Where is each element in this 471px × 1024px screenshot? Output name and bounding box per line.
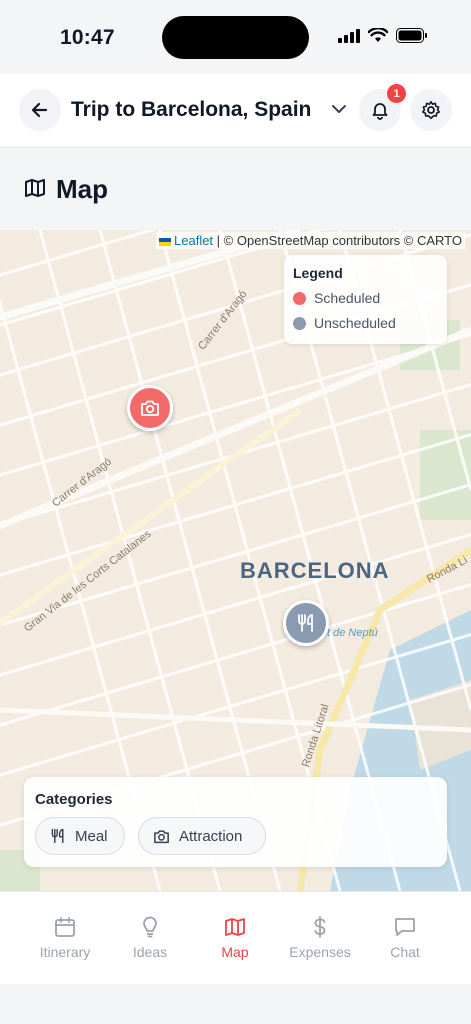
scheduled-dot xyxy=(293,291,306,305)
leaflet-link[interactable]: Leaflet xyxy=(174,233,213,248)
nav-label: Map xyxy=(221,944,249,960)
nav-map[interactable]: Map xyxy=(195,916,275,960)
dynamic-island xyxy=(162,16,309,59)
category-chip-meal[interactable]: Meal xyxy=(35,817,125,855)
lightbulb-icon xyxy=(143,916,157,938)
bell-icon xyxy=(372,103,388,120)
battery-icon xyxy=(396,28,427,43)
map-attribution: Leaflet | © OpenStreetMap contributors ©… xyxy=(156,232,465,249)
camera-icon xyxy=(141,400,159,416)
status-bar: 10:47 xyxy=(0,0,471,74)
nav-chat[interactable]: Chat xyxy=(365,916,445,960)
gear-icon xyxy=(422,101,440,119)
status-time: 10:47 xyxy=(60,26,115,49)
map-icon xyxy=(25,179,45,197)
chip-label: Attraction xyxy=(179,827,243,845)
nav-label: Itinerary xyxy=(39,944,91,960)
page-title: Map xyxy=(56,174,108,204)
signal-icon xyxy=(338,28,360,43)
nav-label: Expenses xyxy=(289,944,351,960)
utensils-icon xyxy=(298,614,313,632)
poi-label: t de Neptú xyxy=(327,627,378,639)
notification-badge: 1 xyxy=(387,84,406,103)
arrow-left-icon xyxy=(31,102,48,118)
wifi-icon xyxy=(368,28,388,42)
chat-icon xyxy=(395,918,415,936)
categories-title: Categories xyxy=(35,791,113,808)
attribution-text: | © OpenStreetMap contributors © CARTO xyxy=(213,233,462,248)
chip-label: Meal xyxy=(75,827,108,845)
bottom-nav: Itinerary Ideas Map Expenses Chat xyxy=(0,891,471,984)
city-label: BARCELONA xyxy=(240,558,390,583)
status-icons xyxy=(338,28,428,43)
back-button[interactable] xyxy=(19,89,61,131)
map-icon xyxy=(225,918,245,936)
map-marker-meal[interactable] xyxy=(283,600,329,646)
legend-item-scheduled: Scheduled xyxy=(293,290,438,306)
legend-title: Legend xyxy=(293,265,343,281)
legend-item-unscheduled: Unscheduled xyxy=(293,315,438,331)
flag-icon xyxy=(159,237,172,246)
map-view[interactable]: Leaflet | © OpenStreetMap contributors ©… xyxy=(0,230,471,891)
nav-expenses[interactable]: Expenses xyxy=(280,916,360,960)
nav-itinerary[interactable]: Itinerary xyxy=(25,916,105,960)
categories-panel: Categories Meal Attraction xyxy=(24,777,447,867)
map-marker-attraction[interactable] xyxy=(127,385,173,431)
home-indicator-area xyxy=(0,984,471,1024)
settings-button[interactable] xyxy=(410,89,452,131)
dollar-icon xyxy=(314,916,326,938)
category-chip-attraction[interactable]: Attraction xyxy=(138,817,266,855)
camera-icon xyxy=(154,829,169,843)
section-header: Map xyxy=(0,148,471,230)
nav-label: Chat xyxy=(390,944,420,960)
nav-label: Ideas xyxy=(132,944,168,960)
utensils-icon xyxy=(51,828,64,844)
chevron-down-icon[interactable] xyxy=(330,102,348,116)
map-legend: Legend Scheduled Unscheduled xyxy=(284,255,447,344)
unscheduled-dot xyxy=(293,316,306,330)
nav-ideas[interactable]: Ideas xyxy=(110,916,190,960)
legend-label: Scheduled xyxy=(314,290,381,306)
trip-title[interactable]: Trip to Barcelona, Spain xyxy=(71,98,311,122)
calendar-icon xyxy=(55,917,75,937)
legend-label: Unscheduled xyxy=(314,315,396,331)
